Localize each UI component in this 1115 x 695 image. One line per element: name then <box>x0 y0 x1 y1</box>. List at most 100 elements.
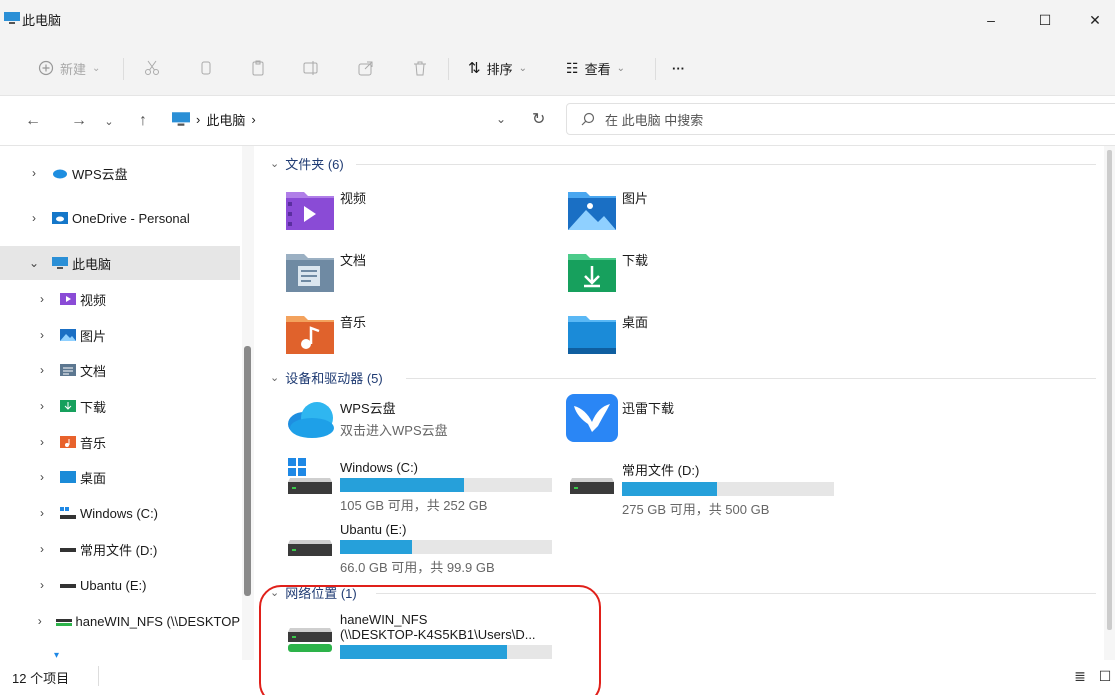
sort-button[interactable]: ⇅ 排序 ⌄ <box>468 54 527 82</box>
sidebar-item-documents[interactable]: › 文档 <box>0 353 240 387</box>
windows-drive-icon <box>60 507 76 519</box>
sidebar-item-network-drive[interactable]: › haneWIN_NFS (\\DESKTOP <box>0 604 240 638</box>
address-dropdown-icon[interactable]: ⌄ <box>496 112 506 126</box>
sidebar-item-wps-cloud[interactable]: › WPS云盘 <box>0 156 240 190</box>
chevron-right-icon[interactable]: › <box>36 292 48 306</box>
section-folders-header[interactable]: ⌄ 文件夹 (6) <box>270 154 344 173</box>
chevron-down-icon: ⌄ <box>270 372 280 384</box>
folder-downloads[interactable]: 下载 <box>566 246 648 294</box>
tiles-view-button[interactable]: ☐ <box>1095 666 1115 686</box>
sidebar-item-pictures[interactable]: › 图片 <box>0 318 240 352</box>
drive-c[interactable]: Windows (C:) 105 GB 可用，共 252 GB <box>284 456 552 514</box>
chevron-right-icon[interactable]: › <box>28 166 40 180</box>
sidebar-scroll-thumb[interactable] <box>244 346 251 596</box>
sidebar-item-label: WPS云盘 <box>72 166 128 182</box>
chevron-down-icon: ⌄ <box>104 115 114 128</box>
chevron-right-icon[interactable]: › <box>36 399 48 413</box>
chevron-right-icon[interactable]: › <box>36 435 48 449</box>
folder-pictures[interactable]: 图片 <box>566 184 648 232</box>
drive-icon <box>288 540 332 556</box>
chevron-right-icon[interactable]: › <box>36 470 48 484</box>
back-button[interactable]: ← <box>22 110 44 132</box>
rename-button[interactable] <box>303 54 319 82</box>
new-button[interactable]: 新建 ⌄ <box>38 54 100 82</box>
refresh-icon[interactable]: ↻ <box>532 109 545 129</box>
content-scrollbar[interactable] <box>1104 146 1115 660</box>
sidebar-item-drive-e[interactable]: › Ubantu (E:) <box>0 568 240 602</box>
drive-d[interactable]: 常用文件 (D:) 275 GB 可用，共 500 GB <box>566 456 834 518</box>
drive-text: 常用文件 (D:) 275 GB 可用，共 500 GB <box>622 456 834 518</box>
chevron-down-icon: ⌄ <box>92 62 101 74</box>
share-icon <box>358 61 373 76</box>
drive-usage-bar <box>340 478 552 492</box>
chevron-down-icon: ⌄ <box>518 62 527 74</box>
sidebar-item-desktop[interactable]: › 桌面 <box>0 460 240 494</box>
address-bar[interactable]: › 此电脑 › ⌄ ↻ <box>162 103 560 135</box>
highlight-annotation <box>259 585 601 695</box>
drive-space: 66.0 GB 可用，共 99.9 GB <box>340 560 495 575</box>
documents-folder-icon <box>60 364 76 376</box>
windows-drive-icon <box>288 458 332 494</box>
delete-button[interactable] <box>412 54 428 82</box>
more-button[interactable]: ··· <box>672 54 685 82</box>
sidebar-item-downloads[interactable]: › 下载 <box>0 389 240 423</box>
recent-button[interactable]: ⌄ <box>98 110 120 132</box>
sidebar-item-label: 下载 <box>80 399 107 415</box>
folder-desktop[interactable]: 桌面 <box>566 308 648 356</box>
sidebar-item-drive-c[interactable]: › Windows (C:) <box>0 496 240 530</box>
pictures-folder-icon <box>60 329 76 341</box>
chevron-right-icon[interactable]: › <box>36 363 48 377</box>
chevron-right-icon[interactable]: › <box>36 542 48 556</box>
folder-videos[interactable]: 视频 <box>284 184 366 232</box>
maximize-button[interactable]: ☐ <box>1022 6 1068 34</box>
breadcrumb-this-pc[interactable]: 此电脑 <box>206 110 245 129</box>
section-devices-header[interactable]: ⌄ 设备和驱动器 (5) <box>270 368 383 387</box>
documents-folder-icon <box>286 254 334 292</box>
trash-icon <box>414 61 426 76</box>
folder-music[interactable]: 音乐 <box>284 308 366 356</box>
chevron-right-icon[interactable]: › <box>36 614 44 628</box>
address-row: ← → ⌄ ↑ › 此电脑 › ⌄ ↻ 在 此电脑 中搜索 <box>0 96 1115 146</box>
content-scroll-thumb[interactable] <box>1107 150 1112 630</box>
drive-text: Ubantu (E:) 66.0 GB 可用，共 99.9 GB <box>340 518 552 576</box>
view-button[interactable]: ☷ 查看 ⌄ <box>566 54 625 82</box>
sidebar-item-videos[interactable]: › 视频 <box>0 282 240 316</box>
navigation-pane: › WPS云盘 › OneDrive - Personal ⌄ 此电脑 › 视频… <box>0 146 242 660</box>
chevron-right-icon[interactable]: › <box>36 506 48 520</box>
sidebar-item-music[interactable]: › 音乐 <box>0 425 240 459</box>
share-button[interactable] <box>358 54 374 82</box>
minimize-button[interactable]: – <box>968 6 1014 34</box>
up-button[interactable]: ↑ <box>132 110 154 132</box>
chevron-down-icon[interactable]: ⌄ <box>28 256 40 270</box>
folder-documents[interactable]: 文档 <box>284 246 366 294</box>
device-wps-cloud[interactable]: WPS云盘 双击进入WPS云盘 <box>284 394 448 442</box>
sidebar-item-this-pc[interactable]: ⌄ 此电脑 <box>0 246 240 280</box>
sidebar-item-network[interactable]: ▾ <box>0 638 240 661</box>
sidebar-item-onedrive[interactable]: › OneDrive - Personal <box>0 201 240 235</box>
clipboard-icon <box>252 60 264 76</box>
details-view-button[interactable]: ≣ <box>1070 666 1090 686</box>
copy-button[interactable] <box>198 54 214 82</box>
sidebar-scrollbar[interactable] <box>242 146 254 660</box>
search-input[interactable]: 在 此电脑 中搜索 <box>566 103 1115 135</box>
cut-button[interactable] <box>144 54 160 82</box>
chevron-right-icon[interactable]: › <box>36 328 48 342</box>
paste-button[interactable] <box>250 54 266 82</box>
drive-e[interactable]: Ubantu (E:) 66.0 GB 可用，共 99.9 GB <box>284 518 552 576</box>
new-label: 新建 <box>60 61 87 77</box>
drive-label: Windows (C:) <box>340 460 419 475</box>
chevron-right-icon[interactable]: › <box>28 211 40 225</box>
device-xunlei[interactable]: 迅雷下载 <box>566 394 674 442</box>
close-button[interactable]: ✕ <box>1072 6 1115 34</box>
arrow-right-icon: → <box>71 112 87 129</box>
view-icon: ☷ <box>566 59 579 76</box>
drive-usage-fill <box>340 478 464 492</box>
section-title: 设备和驱动器 (5) <box>285 371 383 386</box>
forward-button[interactable]: → <box>68 110 90 132</box>
folder-label: 文档 <box>340 253 367 268</box>
sidebar-item-label: haneWIN_NFS (\\DESKTOP <box>75 613 240 629</box>
chevron-right-icon[interactable]: › <box>36 578 48 592</box>
xunlei-bird-icon <box>566 394 618 442</box>
desktop-folder-icon <box>568 316 616 354</box>
sidebar-item-drive-d[interactable]: › 常用文件 (D:) <box>0 532 240 566</box>
